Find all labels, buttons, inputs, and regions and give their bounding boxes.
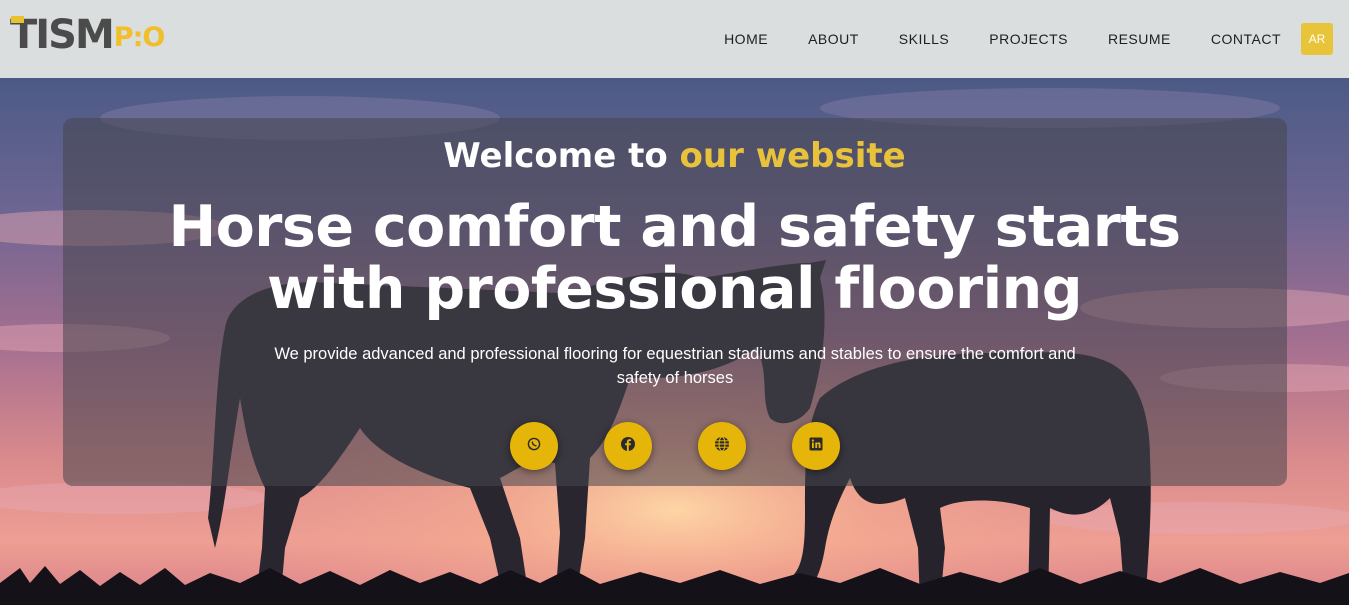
logo-suffix-text: P:O — [113, 21, 166, 53]
logo-main-text: TISM — [10, 12, 115, 58]
welcome-heading: Welcome to our website — [0, 136, 1349, 176]
brand-logo[interactable]: TISM P:O — [10, 12, 166, 58]
nav-item-home[interactable]: HOME — [724, 31, 768, 47]
welcome-prefix: Welcome to — [443, 136, 680, 176]
website-button[interactable] — [698, 422, 746, 470]
nav-item-resume[interactable]: RESUME — [1108, 31, 1171, 47]
facebook-button[interactable] — [604, 422, 652, 470]
site-header: TISM P:O HOME ABOUT SKILLS PROJECTS RESU… — [0, 0, 1349, 78]
hero-subtext: We provide advanced and professional flo… — [274, 345, 1076, 387]
whatsapp-icon — [526, 436, 542, 456]
hero-headline: Horse comfort and safety starts with pro… — [168, 194, 1181, 322]
facebook-icon — [620, 436, 636, 456]
language-toggle-button[interactable]: AR — [1301, 23, 1333, 55]
nav-item-projects[interactable]: PROJECTS — [989, 31, 1068, 47]
whatsapp-button[interactable] — [510, 422, 558, 470]
welcome-accent: our website — [679, 136, 906, 176]
linkedin-button[interactable] — [792, 422, 840, 470]
nav-item-contact[interactable]: CONTACT — [1211, 31, 1281, 47]
main-nav: HOME ABOUT SKILLS PROJECTS RESUME CONTAC… — [724, 0, 1349, 78]
nav-item-skills[interactable]: SKILLS — [899, 31, 949, 47]
linkedin-icon — [808, 436, 824, 456]
nav-item-about[interactable]: ABOUT — [808, 31, 859, 47]
globe-icon — [714, 436, 730, 456]
social-links — [0, 422, 1349, 470]
